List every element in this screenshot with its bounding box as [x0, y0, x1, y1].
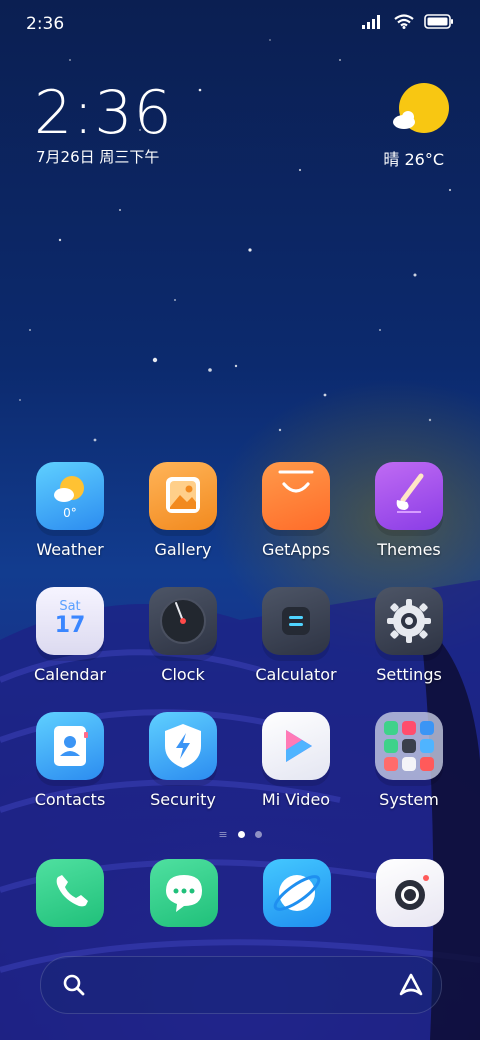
status-bar: 2:36 — [0, 0, 480, 48]
app-security[interactable]: Security — [133, 712, 233, 809]
security-icon — [149, 712, 217, 780]
app-label: Calculator — [255, 665, 337, 684]
wifi-icon — [394, 14, 414, 29]
app-label: Weather — [36, 540, 104, 559]
app-themes[interactable]: Themes — [359, 462, 459, 559]
system-folder-icon — [375, 712, 443, 780]
phone-icon[interactable] — [36, 859, 104, 927]
app-label: Mi Video — [261, 790, 331, 809]
app-settings[interactable]: Settings — [359, 587, 459, 684]
getapps-icon — [262, 462, 330, 530]
sun-cloud-icon — [393, 83, 449, 133]
weather-app-temp: 0° — [63, 506, 77, 520]
status-icons — [362, 14, 454, 29]
battery-icon — [424, 14, 453, 29]
app-calendar[interactable]: Sat 17 Calendar — [20, 587, 120, 684]
page-indicator[interactable]: ≡ — [0, 828, 480, 841]
assistant-icon[interactable] — [397, 972, 425, 998]
app-label: Settings — [376, 665, 442, 684]
calendar-icon: Sat 17 — [36, 587, 104, 655]
app-label: Calendar — [34, 665, 106, 684]
app-getapps[interactable]: GetApps — [246, 462, 346, 559]
calendar-date: 17 — [54, 613, 86, 638]
app-mi-video[interactable]: Mi Video — [246, 712, 346, 809]
mi-video-icon — [262, 712, 330, 780]
browser-icon[interactable] — [263, 859, 331, 927]
app-calculator[interactable]: Calculator — [246, 587, 346, 684]
home-list-icon: ≡ — [218, 828, 228, 841]
signal-icon — [362, 14, 380, 29]
calendar-day: Sat — [59, 599, 81, 614]
app-clock[interactable]: Clock — [133, 587, 233, 684]
search-icon[interactable] — [61, 972, 87, 998]
search-bar[interactable] — [40, 956, 442, 1014]
page-dot-1[interactable] — [237, 831, 245, 838]
app-label: Gallery — [154, 540, 212, 559]
gallery-icon — [149, 462, 217, 530]
app-weather[interactable]: 0° Weather — [20, 462, 120, 559]
app-label: GetApps — [261, 540, 331, 559]
app-label: System — [379, 790, 439, 809]
app-label: Contacts — [34, 790, 106, 809]
weather-widget[interactable] — [390, 82, 450, 142]
clock-icon — [149, 587, 217, 655]
camera-icon[interactable] — [376, 859, 444, 927]
app-system-folder[interactable]: System — [359, 712, 459, 809]
settings-icon — [375, 587, 443, 655]
weather-widget-label[interactable]: 晴 26°C — [383, 146, 444, 170]
app-contacts[interactable]: Contacts — [20, 712, 120, 809]
status-time: 2:36 — [26, 14, 65, 34]
app-label: Security — [150, 790, 216, 809]
app-gallery[interactable]: Gallery — [133, 462, 233, 559]
clock-widget-time[interactable]: 2:36 — [34, 78, 173, 148]
themes-icon — [375, 462, 443, 530]
contacts-icon — [36, 712, 104, 780]
app-label: Themes — [377, 540, 441, 559]
weather-icon: 0° — [36, 462, 104, 530]
app-label: Clock — [161, 665, 205, 684]
page-dot-2[interactable] — [254, 831, 262, 838]
calculator-icon — [262, 587, 330, 655]
messages-icon[interactable] — [150, 859, 218, 927]
clock-widget-date[interactable]: 7月26日 周三下午 — [36, 146, 159, 167]
